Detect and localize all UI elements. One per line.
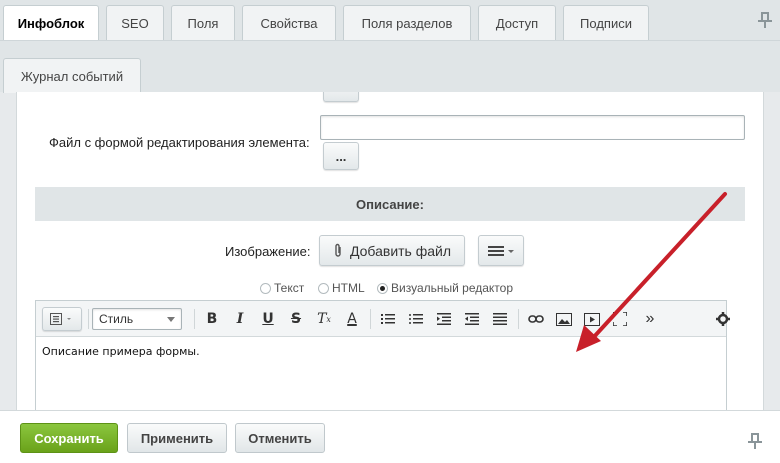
pin-icon[interactable]: [758, 12, 772, 28]
visual-editor: Стиль B I U S Tx A » Описание примера фо…: [35, 300, 730, 410]
tab-bar: Инфоблок SEO Поля Свойства Поля разделов…: [0, 0, 780, 40]
tab-label: Поля разделов: [361, 15, 453, 31]
style-select-value: Стиль: [99, 312, 134, 326]
toolbar-separator: [88, 309, 89, 329]
editor-toolbar: Стиль B I U S Tx A »: [36, 301, 730, 337]
link-icon[interactable]: [526, 309, 546, 329]
tab-section-fields[interactable]: Поля разделов: [343, 5, 471, 40]
toolbar-separator: [518, 309, 519, 329]
paperclip-icon: [335, 243, 341, 257]
tab-label: Доступ: [495, 15, 539, 31]
tab-bar-secondary: Журнал событий: [0, 40, 780, 93]
tab-label: Журнал событий: [20, 68, 124, 84]
edit-file-input[interactable]: [320, 115, 745, 140]
form-content: Файл с формой редактирования элемента: .…: [16, 92, 764, 410]
tab-label: Инфоблок: [17, 15, 85, 31]
section-title: Описание:: [356, 196, 424, 212]
save-label: Сохранить: [34, 430, 104, 446]
style-select[interactable]: Стиль: [92, 308, 182, 330]
pin-icon[interactable]: [748, 433, 762, 449]
tab-access[interactable]: Доступ: [478, 5, 556, 40]
video-icon[interactable]: [582, 309, 602, 329]
mode-visual[interactable]: Визуальный редактор: [377, 280, 513, 296]
section-header-description: Описание:: [35, 187, 745, 221]
underline-icon[interactable]: U: [258, 309, 278, 329]
cancel-button[interactable]: Отменить: [235, 423, 325, 453]
add-file-label: Добавить файл: [349, 242, 452, 259]
mode-label: Визуальный редактор: [391, 281, 514, 295]
tab-label: Поля: [187, 15, 219, 31]
mode-text[interactable]: Текст: [260, 280, 304, 296]
radio-icon: [318, 282, 329, 294]
mode-html[interactable]: HTML: [318, 280, 365, 296]
text-color-icon[interactable]: A: [342, 309, 362, 329]
footer-bar: Сохранить Применить Отменить: [0, 410, 780, 463]
format-icon: [50, 313, 71, 325]
tab-properties[interactable]: Свойства: [242, 5, 336, 40]
browse-button[interactable]: ...: [323, 142, 359, 170]
tab-seo[interactable]: SEO: [106, 5, 164, 40]
menu-icon: [488, 245, 514, 256]
cancel-label: Отменить: [248, 430, 312, 446]
tab-label: Свойства: [260, 15, 318, 31]
add-file-button[interactable]: Добавить файл: [319, 235, 465, 266]
browse-button-previous[interactable]: [323, 92, 359, 102]
mode-label: Текст: [274, 281, 305, 295]
chevron-down-icon: [167, 316, 175, 322]
tab-event-log[interactable]: Журнал событий: [3, 58, 141, 93]
fullscreen-icon[interactable]: [610, 309, 630, 329]
indent-icon[interactable]: [434, 309, 454, 329]
radio-checked-icon: [377, 282, 388, 294]
tab-fields[interactable]: Поля: [171, 5, 235, 40]
tab-label: Подписи: [580, 15, 632, 31]
bold-icon[interactable]: B: [202, 309, 222, 329]
tab-infoblock[interactable]: Инфоблок: [3, 5, 99, 40]
menu-button[interactable]: [478, 235, 524, 266]
apply-button[interactable]: Применить: [127, 423, 227, 453]
save-button[interactable]: Сохранить: [20, 423, 118, 453]
align-icon[interactable]: [490, 309, 510, 329]
toolbar-separator: [370, 309, 371, 329]
strikethrough-icon[interactable]: S: [286, 309, 306, 329]
unordered-list-icon[interactable]: [406, 309, 426, 329]
radio-icon: [260, 282, 271, 294]
italic-icon[interactable]: I: [230, 309, 250, 329]
tab-captions[interactable]: Подписи: [563, 5, 649, 40]
gear-icon[interactable]: [713, 309, 733, 329]
mode-label: HTML: [332, 281, 365, 295]
edit-file-label: Файл с формой редактирования элемента:: [49, 135, 310, 150]
editor-content[interactable]: Описание примера формы.: [42, 345, 200, 358]
image-icon[interactable]: [554, 309, 574, 329]
apply-label: Применить: [140, 430, 214, 446]
browse-button-label: ...: [335, 148, 347, 164]
toolbar-separator: [194, 309, 195, 329]
image-label: Изображение:: [225, 244, 311, 259]
tab-label: SEO: [121, 15, 149, 31]
more-icon: »: [645, 310, 655, 327]
clear-format-icon[interactable]: Tx: [314, 309, 334, 329]
outdent-icon[interactable]: [462, 309, 482, 329]
more-button[interactable]: »: [640, 309, 660, 329]
format-menu-button[interactable]: [42, 307, 82, 331]
ordered-list-icon[interactable]: [378, 309, 398, 329]
